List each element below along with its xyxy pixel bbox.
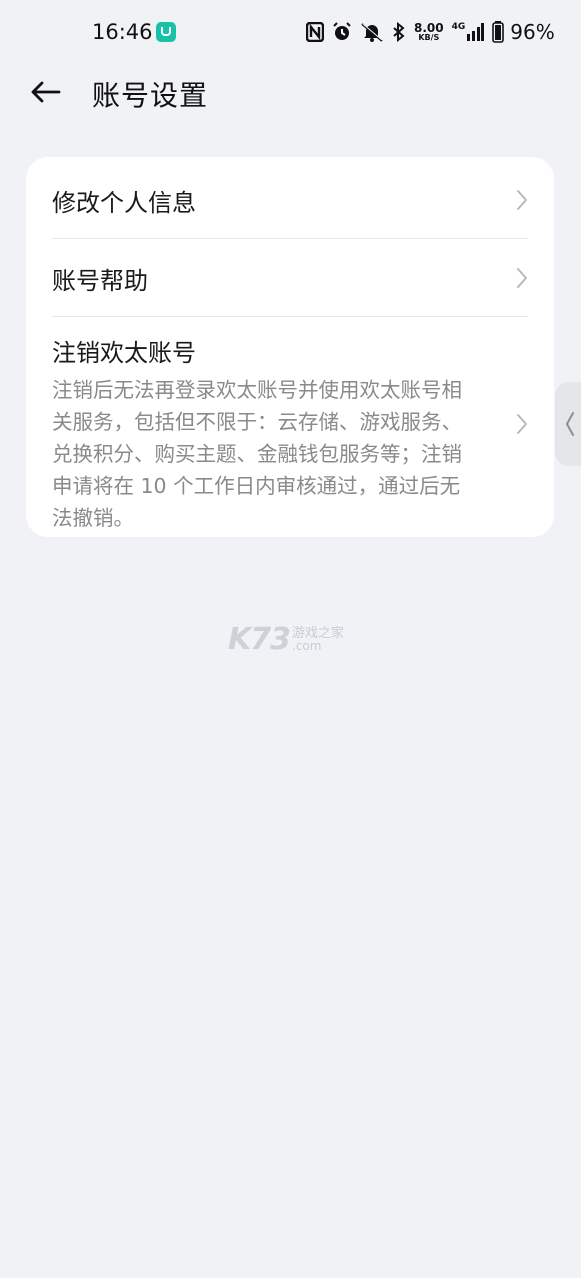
settings-item-label: 注销欢太账号 [52,339,196,367]
alarm-icon [333,22,351,40]
mute-icon [361,23,383,42]
page-title: 账号设置 [92,79,209,112]
side-panel-handle[interactable] [555,382,581,466]
settings-item-delete-account[interactable]: 注销欢太账号 注销后无法再登录欢太账号并使用欢太账号相关服务，包括但不限于：云存… [52,333,528,530]
settings-item-description: 注销后无法再登录欢太账号并使用欢太账号相关服务，包括但不限于：云存储、游戏服务、… [52,378,462,530]
signal-icon [467,23,485,41]
settings-item-account-help[interactable]: 账号帮助 [52,239,528,317]
network-speed-unit: KB/S [418,33,440,42]
watermark-side: 游戏之家 .com [292,627,344,652]
bluetooth-icon [393,22,405,42]
battery-icon [492,21,505,43]
battery-percent: 96% [510,20,555,44]
nfc-icon [306,22,324,42]
chevron-right-icon [517,268,527,288]
status-time: 16:46 [92,20,153,44]
chevron-right-icon [517,190,527,210]
watermark-side-bottom: .com [292,639,322,653]
app-notification-icon [156,22,176,42]
settings-item-edit-profile[interactable]: 修改个人信息 [52,161,528,239]
network-type: 4G [451,22,466,32]
chevron-left-icon [566,412,574,436]
header: 账号设置 [0,64,581,120]
arrow-left-icon [31,81,61,103]
network-speed: 8.00 KB/S [414,22,444,42]
chevron-right-icon [517,414,527,434]
watermark-logo: K73 [228,622,291,657]
back-button[interactable] [26,74,64,110]
divider [52,316,528,317]
watermark: K73 游戏之家 .com [228,622,344,657]
cellular-signal: 4G [452,23,485,41]
status-icons: 8.00 KB/S 4G 96% [306,20,555,44]
status-bar: 16:46 8.00 KB/S 4G 96% [0,0,581,64]
settings-item-label: 修改个人信息 [52,188,196,217]
settings-item-label: 账号帮助 [52,266,148,295]
settings-card: 修改个人信息 账号帮助 注销欢太账号 注销后无法再登录欢太账号并使用欢太账号相关… [26,157,554,537]
